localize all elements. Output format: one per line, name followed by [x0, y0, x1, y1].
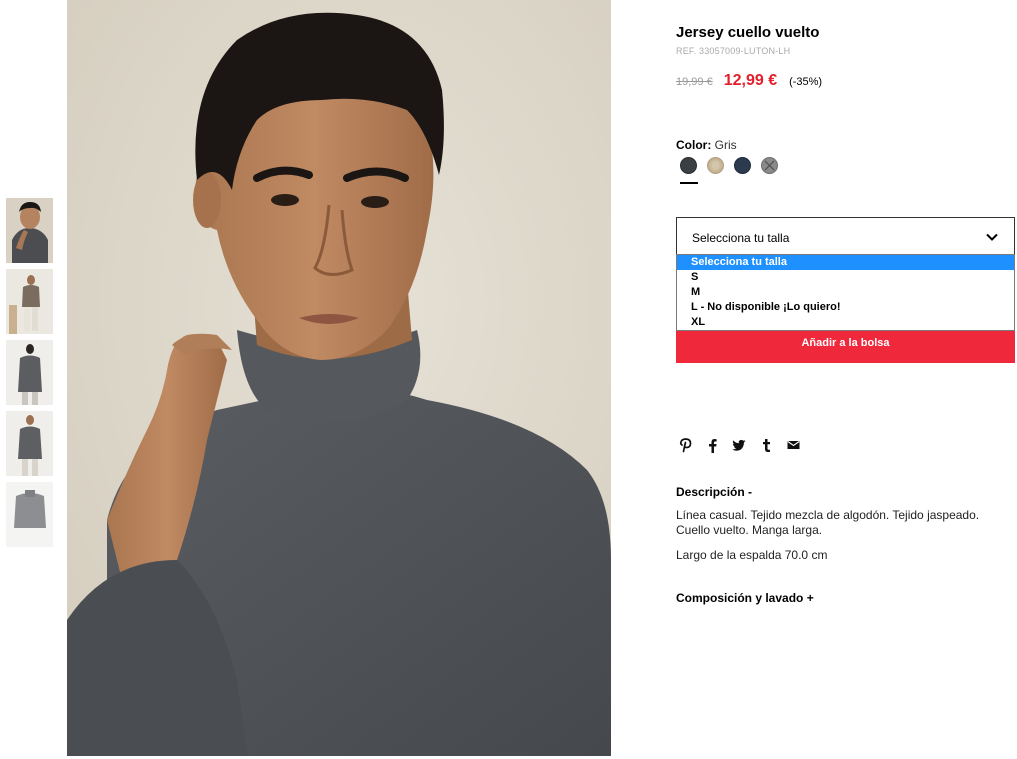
selected-swatch-indicator — [680, 182, 698, 184]
thumbnail-list — [6, 198, 53, 553]
thumbnail-image — [6, 411, 53, 476]
color-swatches — [680, 157, 788, 174]
thumbnail-image — [6, 482, 53, 547]
size-select-value: Selecciona tu talla — [692, 231, 790, 245]
color-label: Color: — [676, 138, 712, 152]
description-text: Línea casual. Tejido mezcla de algodón. … — [676, 508, 980, 537]
size-option[interactable]: S — [677, 270, 1014, 285]
twitter-icon[interactable] — [732, 437, 746, 453]
price-row: 19,99 € 12,99 € (-35%) — [676, 72, 822, 90]
size-option[interactable]: M — [677, 285, 1014, 300]
thumbnail-5[interactable] — [6, 482, 53, 547]
swatch-grey[interactable] — [761, 157, 778, 174]
email-icon[interactable] — [786, 437, 800, 453]
product-ref: REF. 33057009-LUTON-LH — [676, 46, 791, 56]
product-title: Jersey cuello vuelto — [676, 24, 820, 41]
pinterest-icon[interactable] — [678, 437, 692, 453]
swatch-charcoal[interactable] — [680, 157, 697, 174]
swatch-navy[interactable] — [734, 157, 751, 174]
size-option[interactable]: Selecciona tu talla — [677, 255, 1014, 270]
size-option[interactable]: L - No disponible ¡Lo quiero! — [677, 300, 1014, 315]
swatch-beige[interactable] — [707, 157, 724, 174]
facebook-icon[interactable] — [705, 437, 719, 453]
color-value: Gris — [714, 138, 737, 152]
price-old: 19,99 € — [676, 76, 713, 88]
product-main-image — [67, 0, 611, 756]
add-to-bag-button[interactable]: Añadir a la bolsa — [676, 330, 1015, 363]
description-toggle[interactable]: Descripción - — [676, 485, 752, 499]
price-new: 12,99 € — [723, 72, 778, 89]
share-icons — [678, 437, 813, 453]
thumbnail-1[interactable] — [6, 198, 53, 263]
thumbnail-image — [6, 269, 53, 334]
description-size-note: Largo de la espalda 70.0 cm — [676, 548, 828, 562]
size-dropdown: Selecciona tu talla S M L - No disponibl… — [676, 254, 1015, 331]
color-row: Color: Gris — [676, 138, 737, 152]
thumbnail-image — [6, 198, 53, 263]
chevron-down-icon — [986, 233, 998, 241]
thumbnail-3[interactable] — [6, 340, 53, 405]
size-select[interactable]: Selecciona tu talla — [676, 217, 1015, 255]
composition-toggle[interactable]: Composición y lavado + — [676, 591, 814, 605]
model-photo — [67, 0, 611, 756]
thumbnail-4[interactable] — [6, 411, 53, 476]
unavailable-cross-icon — [764, 160, 775, 171]
thumbnail-image — [6, 340, 53, 405]
tumblr-icon[interactable] — [759, 437, 773, 453]
price-discount: (-35%) — [789, 76, 823, 88]
thumbnail-2[interactable] — [6, 269, 53, 334]
size-option[interactable]: XL — [677, 315, 1014, 330]
